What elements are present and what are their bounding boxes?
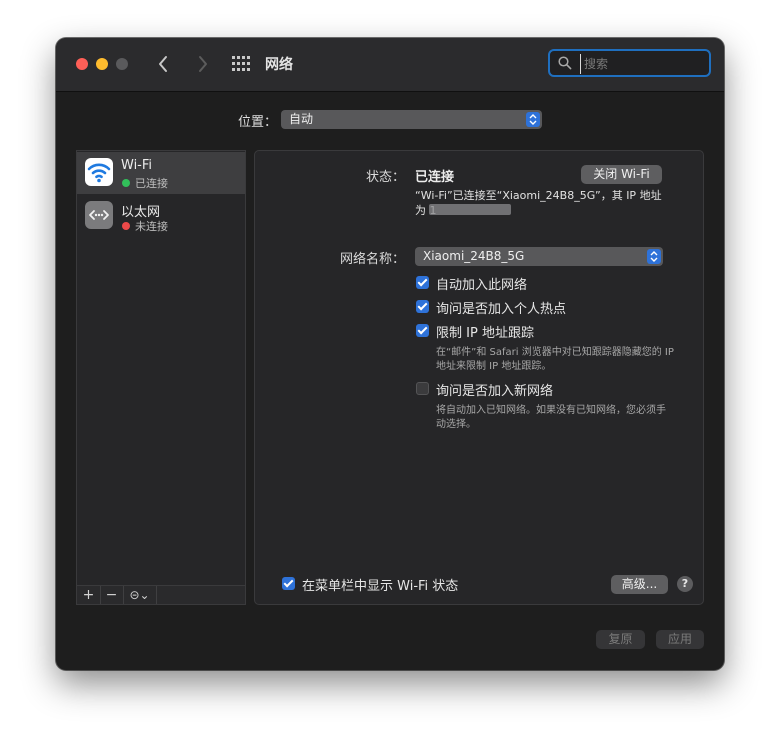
limit-ip-tracking-label: 限制 IP 地址跟踪 (436, 326, 534, 341)
remove-service-button[interactable]: − (100, 586, 124, 604)
network-name-label: 网络名称： (339, 252, 405, 267)
ask-hotspot-checkbox[interactable] (416, 300, 429, 313)
network-name-popup[interactable]: Xiaomi_24B8_5G (415, 247, 663, 266)
revert-button[interactable]: 复原 (596, 630, 645, 649)
forward-button[interactable] (190, 52, 214, 76)
limit-ip-tracking-checkbox[interactable] (416, 324, 429, 337)
limit-ip-tracking-description-line2: 地址来限制 IP 地址跟踪。 (436, 361, 552, 372)
add-service-button[interactable]: + (77, 586, 101, 604)
location-value: 自动 (289, 112, 314, 126)
service-item-wifi[interactable]: Wi-Fi 已连接 (77, 152, 245, 194)
show-in-menubar-label: 在菜单栏中显示 Wi-Fi 状态 (302, 579, 459, 594)
status-dot-connected (122, 179, 130, 187)
ask-new-networks-description-line2: 动选择。 (436, 419, 476, 430)
zoom-button[interactable] (116, 58, 128, 70)
limit-ip-tracking-description-line1: 在“邮件”和 Safari 浏览器中对已知跟踪器隐藏您的 IP (436, 347, 674, 358)
location-popup[interactable]: 自动 (281, 110, 542, 129)
detail-panel: 状态： 已连接 关闭 Wi-Fi “Wi-Fi”已连接至“Xiaomi_24B8… (254, 150, 704, 605)
chevron-left-icon (159, 56, 167, 72)
search-icon (558, 56, 572, 70)
auto-join-label: 自动加入此网络 (436, 278, 528, 293)
help-button[interactable]: ? (677, 576, 693, 592)
search-field[interactable] (548, 49, 711, 77)
apply-button[interactable]: 应用 (656, 630, 704, 649)
status-value: 已连接 (415, 170, 455, 185)
ask-hotspot-label: 询问是否加入个人热点 (436, 302, 567, 317)
popup-stepper-icon (526, 112, 540, 127)
show-in-menubar-checkbox[interactable] (282, 577, 295, 590)
redacted-ip-address (429, 204, 511, 215)
close-button[interactable] (76, 58, 88, 70)
service-item-ethernet[interactable]: 以太网 未连接 (77, 195, 245, 237)
auto-join-checkbox[interactable] (416, 276, 429, 289)
service-status: 未连接 (135, 220, 168, 233)
status-description-line1: “Wi-Fi”已连接至“Xiaomi_24B8_5G”，其 IP 地址 (415, 189, 662, 202)
ask-new-networks-description-line1: 将自动加入已知网络。如果没有已知网络，您必须手 (436, 405, 666, 416)
search-input[interactable] (580, 54, 706, 74)
show-all-grid-icon[interactable] (232, 56, 250, 72)
service-status: 已连接 (135, 177, 168, 190)
chevron-right-icon (199, 56, 207, 72)
service-action-menu-button[interactable]: ⊝⌄ (123, 586, 157, 604)
title-bar: 网络 (56, 38, 724, 92)
service-list-toolbar: + − ⊝⌄ (76, 585, 246, 605)
advanced-button[interactable]: 高级... (611, 575, 668, 594)
wifi-icon (85, 158, 113, 186)
location-label: 位置： (238, 115, 278, 130)
status-dot-disconnected (122, 222, 130, 230)
service-list: Wi-Fi 已连接 以太网 未连接 (76, 150, 246, 605)
network-name-value: Xiaomi_24B8_5G (423, 249, 525, 263)
back-button[interactable] (152, 52, 176, 76)
status-label: 状态： (365, 170, 405, 185)
turn-off-wifi-button[interactable]: 关闭 Wi-Fi (581, 165, 662, 184)
ask-new-networks-label: 询问是否加入新网络 (436, 384, 554, 399)
ethernet-icon (85, 201, 113, 229)
window-title: 网络 (265, 57, 293, 73)
network-preferences-window: 网络 位置： 自动 Wi-Fi 已连接 (56, 38, 724, 670)
service-name: Wi-Fi (121, 158, 153, 173)
ask-new-networks-checkbox[interactable] (416, 382, 429, 395)
minimize-button[interactable] (96, 58, 108, 70)
popup-stepper-icon (647, 249, 661, 264)
